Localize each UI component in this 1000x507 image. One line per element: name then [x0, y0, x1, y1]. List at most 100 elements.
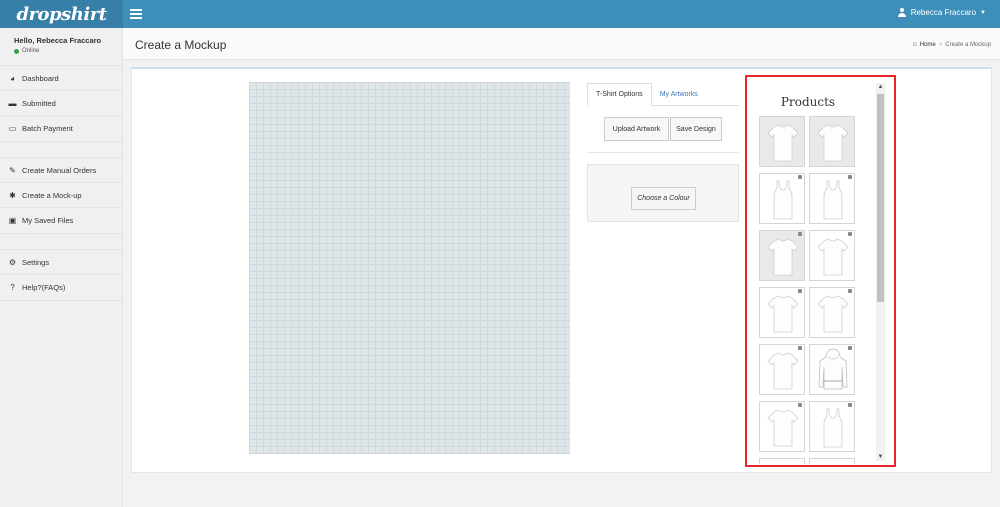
- product-thumbnail-partial[interactable]: [759, 458, 805, 464]
- sidebar-item-label: Batch Payment: [22, 124, 73, 133]
- sidebar-item-label: Help?(FAQs): [22, 283, 66, 292]
- sidebar-item-label: My Saved Files: [22, 216, 74, 225]
- lock-icon: [848, 175, 852, 179]
- lock-icon: [798, 346, 802, 350]
- tab-my-artworks[interactable]: My Artworks: [652, 83, 706, 106]
- options-divider: [587, 152, 739, 153]
- lock-icon: [848, 346, 852, 350]
- user-menu-dropdown[interactable]: Rebecca Fraccaro ▼: [898, 8, 986, 17]
- sidebar-group-orders: ✎ Create Manual Orders ✱ Create a Mock-u…: [0, 157, 122, 234]
- product-thumbnail-crew-tee[interactable]: [759, 401, 805, 452]
- user-panel: Hello, Rebecca Fraccaro Online: [0, 28, 122, 66]
- sidebar-item-help-faqs[interactable]: ? Help?(FAQs): [0, 275, 122, 300]
- crew-tee-icon: [817, 124, 849, 162]
- question-icon: ?: [10, 283, 15, 292]
- product-thumbnail-crew-tee[interactable]: [809, 287, 855, 338]
- crew-tee-icon: [767, 409, 799, 447]
- tab-tshirt-options[interactable]: T-Shirt Options: [587, 83, 652, 106]
- crew-tee-icon: [767, 352, 799, 390]
- breadcrumb-separator: >: [938, 41, 943, 48]
- user-icon: [898, 8, 907, 17]
- sidebar-item-dashboard[interactable]: ◕ Dashboard: [0, 66, 122, 91]
- page-title: Create a Mockup: [135, 38, 227, 52]
- caret-down-icon: ▼: [980, 9, 986, 16]
- save-icon: ▣: [8, 216, 17, 225]
- product-thumbnail-crew-tee[interactable]: [809, 230, 855, 281]
- user-menu-name: Rebecca Fraccaro: [910, 8, 977, 17]
- sidebar-item-label: Create a Mock-up: [22, 190, 82, 200]
- product-thumbnail-tank-top[interactable]: [809, 401, 855, 452]
- sidebar-group-main: ◕ Dashboard ▬ Submitted ▭ Batch Payment: [0, 66, 122, 142]
- credit-card-icon: ▭: [8, 124, 17, 133]
- sidebar: Hello, Rebecca Fraccaro Online ◕ Dashboa…: [0, 28, 123, 507]
- lock-icon: [848, 403, 852, 407]
- product-thumbnail-crew-tee[interactable]: [809, 116, 855, 167]
- sidebar-item-batch-payment[interactable]: ▭ Batch Payment: [0, 116, 122, 141]
- online-status-icon: [14, 48, 19, 54]
- design-canvas[interactable]: [249, 82, 570, 454]
- tank-top-icon: [823, 408, 843, 448]
- breadcrumb-home-link[interactable]: Home: [920, 42, 936, 48]
- tank-top-icon: [773, 180, 793, 220]
- gear-icon: ⚙: [8, 257, 17, 267]
- crew-tee-icon: [767, 238, 799, 276]
- product-thumbnail-crew-tee[interactable]: [759, 230, 805, 281]
- product-thumbnail-tank-top[interactable]: [759, 173, 805, 224]
- lock-icon: [798, 403, 802, 407]
- folder-icon: ▬: [8, 98, 17, 108]
- breadcrumb: ⌂ Home > Create a Mockup: [913, 41, 991, 48]
- scrollbar-thumb[interactable]: [877, 94, 884, 302]
- product-thumbnail-hoodie[interactable]: [809, 344, 855, 395]
- lock-icon: [848, 232, 852, 236]
- sidebar-item-label: Settings: [22, 257, 50, 267]
- product-thumbnail-crew-tee[interactable]: [759, 344, 805, 395]
- hamburger-line: [130, 13, 142, 15]
- crew-tee-icon: [817, 295, 849, 333]
- scroll-up-arrow-icon[interactable]: ▲: [876, 83, 885, 91]
- top-navbar: dropshirt Rebecca Fraccaro ▼: [0, 0, 1000, 28]
- sidebar-item-submitted[interactable]: ▬ Submitted: [0, 91, 122, 116]
- upload-artwork-button[interactable]: Upload Artwork: [604, 117, 669, 141]
- crew-tee-icon: [817, 238, 849, 276]
- product-thumbnail-crew-tee[interactable]: [759, 116, 805, 167]
- tank-top-icon: [823, 180, 843, 220]
- lock-icon: [798, 232, 802, 236]
- sidebar-item-create-manual-orders[interactable]: ✎ Create Manual Orders: [0, 158, 122, 183]
- products-title: Products: [780, 95, 836, 109]
- sidebar-group-help: ⚙ Settings ? Help?(FAQs): [0, 249, 122, 301]
- crew-tee-icon: [767, 295, 799, 333]
- lock-icon: [798, 289, 802, 293]
- user-greeting: Hello, Rebecca Fraccaro: [14, 36, 102, 45]
- user-status: Online: [14, 48, 122, 54]
- hamburger-line: [130, 17, 142, 19]
- lock-icon: [848, 289, 852, 293]
- sidebar-toggle-button[interactable]: [130, 9, 142, 19]
- asterisk-icon: ✱: [9, 190, 16, 200]
- sidebar-item-label: Create Manual Orders: [22, 165, 97, 175]
- lock-icon: [798, 175, 802, 179]
- sidebar-item-my-saved-files[interactable]: ▣ My Saved Files: [0, 208, 122, 233]
- dropshirt-logo[interactable]: dropshirt: [16, 4, 107, 25]
- designer-tabs: T-Shirt Options My Artworks: [587, 83, 739, 106]
- sidebar-item-settings[interactable]: ⚙ Settings: [0, 250, 122, 275]
- status-label: Online: [22, 48, 40, 54]
- products-panel: Products ▲ ▼: [745, 75, 896, 467]
- choose-colour-button[interactable]: Choose a Colour: [631, 187, 696, 210]
- content-header: Create a Mockup ⌂ Home > Create a Mockup: [123, 28, 1000, 60]
- products-scrollbar[interactable]: ▲ ▼: [876, 83, 885, 461]
- hamburger-line: [130, 9, 142, 11]
- scroll-down-arrow-icon[interactable]: ▼: [876, 453, 885, 461]
- breadcrumb-current: Create a Mockup: [945, 41, 991, 48]
- product-thumbnail-crew-tee[interactable]: [759, 287, 805, 338]
- sidebar-item-label: Submitted: [22, 98, 56, 108]
- sidebar-item-create-mockup[interactable]: ✱ Create a Mock-up: [0, 183, 122, 208]
- home-icon: ⌂: [912, 41, 917, 48]
- product-thumbnail-tank-top[interactable]: [809, 173, 855, 224]
- dashboard-icon: ◕: [10, 73, 15, 83]
- product-thumbnail-partial[interactable]: [809, 458, 855, 464]
- save-design-button[interactable]: Save Design: [670, 117, 722, 141]
- crew-tee-icon: [767, 124, 799, 162]
- logo-area[interactable]: dropshirt: [0, 0, 123, 28]
